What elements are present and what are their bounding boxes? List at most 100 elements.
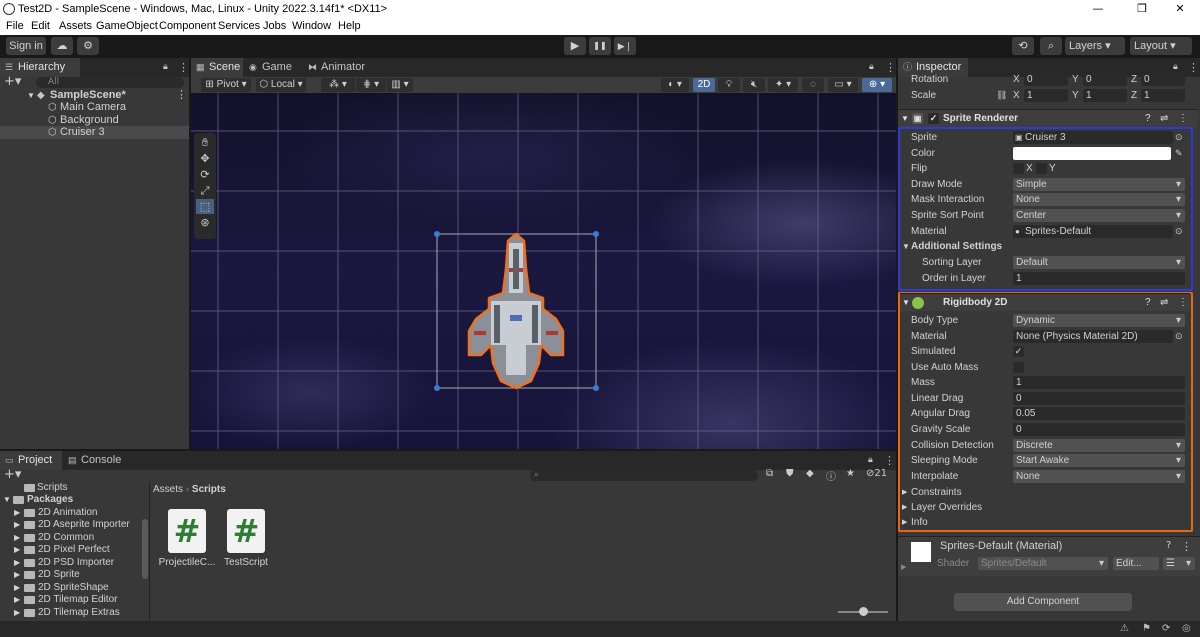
- mask-interaction-dropdown[interactable]: None: [1013, 193, 1185, 206]
- help-icon[interactable]: ?: [1145, 294, 1151, 312]
- hand-tool-icon[interactable]: ✋︎: [196, 135, 214, 150]
- local-dropdown[interactable]: ⬡ Local ▾: [256, 78, 306, 92]
- sprite-field[interactable]: ▣ Cruiser 3: [1013, 131, 1173, 144]
- pivot-dropdown[interactable]: ⊞ Pivot ▾: [201, 78, 251, 92]
- shader-dropdown[interactable]: Sprites/Default: [978, 557, 1108, 570]
- move-tool-icon[interactable]: ✥: [196, 151, 214, 166]
- tree-item[interactable]: ▶ 2D Aseprite Importer: [0, 519, 148, 531]
- collapsed-arrow-icon[interactable]: ▶: [14, 544, 20, 556]
- constraints-row[interactable]: ▶ Constraints: [898, 485, 1188, 500]
- pause-button[interactable]: ❚❚: [589, 37, 611, 55]
- menu-file[interactable]: File: [6, 18, 24, 35]
- menu-gameobject[interactable]: GameObject: [96, 18, 158, 35]
- info-icon[interactable]: ⓘ: [826, 468, 836, 483]
- grid-visibility-icon[interactable]: ▥ ▾: [387, 78, 413, 92]
- auto-refresh-icon[interactable]: ⟳: [1162, 623, 1170, 634]
- history-icon[interactable]: ⟲: [1012, 37, 1034, 55]
- cloud-icon[interactable]: ☁: [51, 37, 73, 55]
- material-options-icon[interactable]: ⋮: [1181, 540, 1192, 553]
- lock-icon[interactable]: 🔒︎: [1173, 62, 1178, 72]
- help-icon[interactable]: ?: [1145, 110, 1151, 128]
- body-type-dropdown[interactable]: Dynamic: [1013, 314, 1185, 327]
- scene-viewport[interactable]: ✋︎ ✥ ⟳ ⤢ ⬚ ⊛: [191, 93, 896, 449]
- material-field[interactable]: ● Sprites-Default: [1013, 225, 1173, 238]
- preset-icon[interactable]: ⇌: [1160, 110, 1168, 128]
- lock-icon[interactable]: 🔒︎: [868, 455, 873, 465]
- hidden-packages-icon[interactable]: ⊘21: [866, 468, 887, 479]
- search-by-type-icon[interactable]: ⧉: [766, 468, 773, 479]
- audio-icon[interactable]: 🔇︎: [743, 78, 765, 92]
- object-picker-icon[interactable]: ⊙: [1175, 130, 1183, 145]
- minimize-button[interactable]: —: [1078, 0, 1118, 18]
- step-button[interactable]: ▶❘: [614, 37, 636, 55]
- rect-tool-icon[interactable]: ⬚: [196, 199, 214, 214]
- breadcrumb-scripts[interactable]: Scripts: [192, 484, 226, 495]
- lighting-icon[interactable]: 💡︎: [718, 78, 740, 92]
- interpolate-dropdown[interactable]: None: [1013, 470, 1185, 483]
- grid-snap-button[interactable]: ⁂ ▾: [321, 78, 355, 92]
- sprite-renderer-header[interactable]: ▼ ▣ ✓ Sprite Renderer ? ⇌ ⋮: [898, 109, 1198, 127]
- order-in-layer-field[interactable]: 1: [1013, 272, 1185, 285]
- tree-item[interactable]: ▶ 2D PSD Importer: [0, 557, 148, 569]
- network-icon[interactable]: ⚠: [1120, 623, 1129, 634]
- scale-tool-icon[interactable]: ⤢: [196, 183, 214, 198]
- add-component-button[interactable]: Add Component: [954, 593, 1132, 611]
- scale-z-field[interactable]: 1: [1141, 89, 1185, 102]
- menu-component[interactable]: Component: [159, 18, 216, 35]
- gravity-scale-field[interactable]: 0: [1013, 423, 1185, 436]
- close-button[interactable]: ✕: [1160, 0, 1200, 18]
- camera-icon[interactable]: ▭ ▾: [828, 78, 858, 92]
- layers-dropdown[interactable]: Layers ▾: [1065, 37, 1125, 55]
- tree-item[interactable]: ▼ Packages: [0, 494, 148, 506]
- icon-size-slider-thumb[interactable]: [859, 607, 868, 616]
- simulated-checkbox[interactable]: ✓: [1013, 346, 1024, 357]
- collapsed-arrow-icon[interactable]: ▶: [14, 607, 20, 619]
- hidden-objects-icon[interactable]: ◌: [802, 78, 824, 92]
- search-icon[interactable]: ⌕: [1040, 37, 1062, 55]
- hierarchy-item[interactable]: ⬡ Main Camera: [0, 101, 189, 114]
- menu-services[interactable]: Services: [218, 18, 260, 35]
- object-picker-icon[interactable]: ⊙: [1175, 329, 1183, 344]
- expand-arrow-icon[interactable]: ▼: [3, 494, 11, 506]
- notifications-icon[interactable]: ◎: [1182, 623, 1191, 634]
- tree-item[interactable]: Scripts: [0, 482, 148, 494]
- project-search-input[interactable]: ⌕: [530, 470, 758, 481]
- object-picker-icon[interactable]: ⊙: [1175, 224, 1183, 239]
- hierarchy-item-selected[interactable]: ⬡ Cruiser 3: [0, 126, 189, 139]
- menu-jobs[interactable]: Jobs: [263, 18, 286, 35]
- sleeping-mode-dropdown[interactable]: Start Awake: [1013, 454, 1185, 467]
- tree-scrollbar[interactable]: [142, 519, 148, 579]
- color-swatch[interactable]: [1013, 147, 1171, 160]
- asset-item[interactable]: # TestScript: [216, 509, 276, 579]
- play-button[interactable]: ▶: [564, 37, 586, 55]
- collapsed-arrow-icon[interactable]: ▶: [14, 532, 20, 544]
- label-tag-icon[interactable]: ◆: [806, 468, 814, 479]
- tab-animator[interactable]: ⧓ Animator: [303, 58, 373, 77]
- tree-item[interactable]: ▶ 2D Tilemap Extras: [0, 607, 148, 619]
- menu-assets[interactable]: Assets: [59, 18, 92, 35]
- rotation-x-field[interactable]: 0: [1024, 73, 1068, 86]
- link-icon[interactable]: ⛓: [996, 88, 1007, 103]
- collapsed-arrow-icon[interactable]: ▶: [14, 594, 20, 606]
- rigidbody-header[interactable]: ▼ Rigidbody 2D ? ⇌ ⋮: [900, 293, 1190, 311]
- additional-settings-row[interactable]: ▼ Additional Settings: [898, 239, 1188, 254]
- enable-checkbox[interactable]: ✓: [928, 113, 939, 124]
- scale-y-field[interactable]: 1: [1083, 89, 1127, 102]
- collapsed-arrow-icon[interactable]: ▶: [14, 582, 20, 594]
- sign-in-button[interactable]: Sign in: [6, 37, 46, 55]
- mode-2d-toggle[interactable]: 2D: [693, 78, 715, 92]
- tree-item[interactable]: ▶ 2D Animation: [0, 507, 148, 519]
- hierarchy-search-input[interactable]: All: [36, 77, 184, 88]
- collapsed-arrow-icon[interactable]: ▶: [901, 563, 906, 571]
- rotate-tool-icon[interactable]: ⟳: [196, 167, 214, 182]
- eyedropper-icon[interactable]: ✎: [1175, 146, 1183, 161]
- lock-icon[interactable]: 🔒︎: [869, 62, 874, 72]
- menu-help[interactable]: Help: [338, 18, 361, 35]
- linear-drag-field[interactable]: 0: [1013, 392, 1185, 405]
- component-options-icon[interactable]: ⋮: [1178, 110, 1188, 128]
- tree-item[interactable]: ▶ 2D Tilemap Editor: [0, 594, 148, 606]
- lock-icon[interactable]: 🔒︎: [163, 62, 168, 72]
- expand-arrow-icon[interactable]: ▼: [901, 110, 909, 128]
- collapsed-arrow-icon[interactable]: ▶: [14, 507, 20, 519]
- collapsed-arrow-icon[interactable]: ▶: [14, 569, 20, 581]
